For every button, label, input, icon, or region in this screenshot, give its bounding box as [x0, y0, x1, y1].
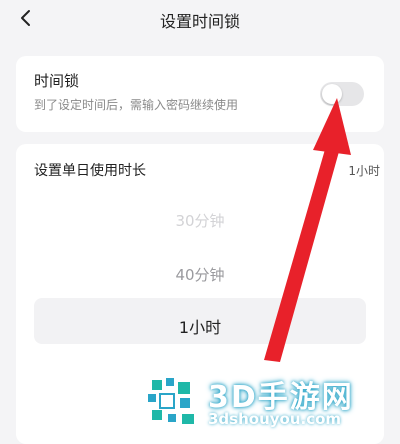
watermark: 3D手游网 3dshouyou.com — [138, 370, 400, 436]
picker-option-selected[interactable]: 1小时 — [16, 314, 384, 338]
duration-current-value: 1小时 — [348, 164, 380, 178]
picker-option[interactable]: 40分钟 — [16, 264, 384, 285]
toggle-knob — [322, 84, 342, 104]
time-lock-description: 到了设定时间后，需输入密码继续使用 — [34, 98, 239, 112]
page-title: 设置时间锁 — [159, 12, 240, 31]
picker-option[interactable]: 30分钟 — [16, 210, 384, 231]
time-lock-toggle[interactable] — [320, 82, 364, 106]
time-lock-card: 时间锁 到了设定时间后，需输入密码继续使用 — [16, 56, 384, 132]
top-bar: 设置时间锁 — [0, 0, 400, 40]
duration-title: 设置单日使用时长 — [34, 163, 146, 179]
time-lock-title: 时间锁 — [34, 72, 80, 90]
3d-logo-icon — [148, 378, 194, 424]
watermark-url: 3dshouyou.com — [208, 410, 342, 428]
